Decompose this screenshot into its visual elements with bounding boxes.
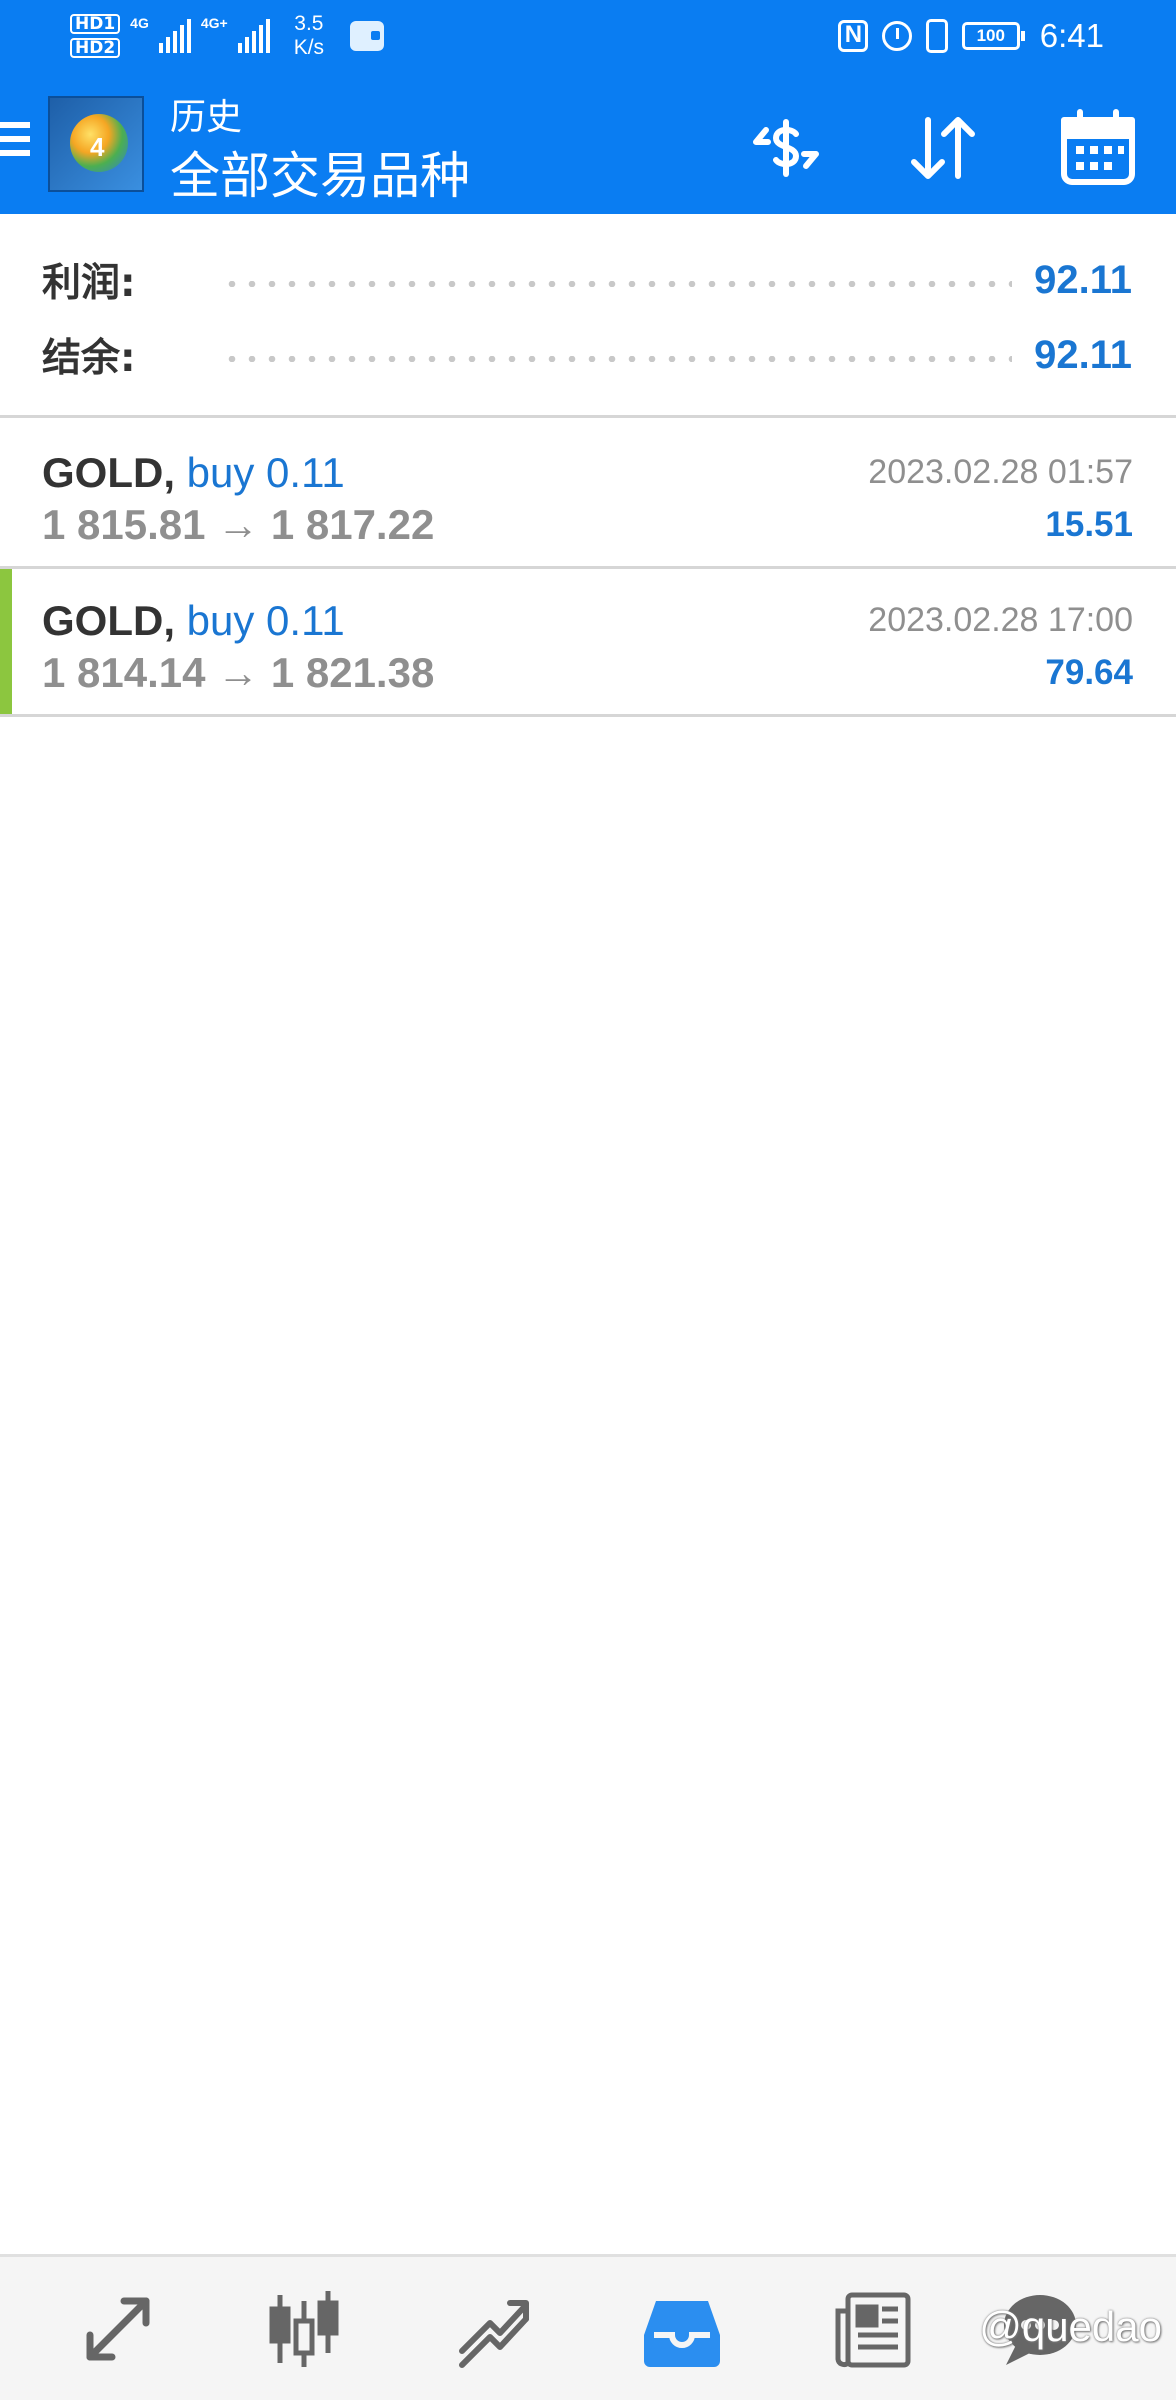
logo-number: 4 [90,132,105,162]
status-time: 6:41 [1039,17,1104,54]
symbol-filter[interactable]: 全部交易品种 [170,136,470,208]
battery-icon: 100 [961,22,1025,50]
deal-time: 2023.02.28 01:57 [868,453,1133,491]
deal-prices: 1 815.81 → 1 817.22 [42,501,435,548]
sort-icon[interactable] [900,108,984,188]
page-title: 历史 [170,96,243,137]
signal-icon [158,19,191,53]
network-speed: 3.5 K/s [294,12,324,60]
currency-exchange-icon[interactable] [744,108,828,188]
deal-type-volume: buy 0.11 [186,597,345,644]
status-right: 100 6:41 [837,8,1104,64]
status-bar: HD1 HD2 4G 4G+ 3.5 K/s 100 6:41 [0,0,1176,72]
chart-icon[interactable] [262,2287,346,2371]
deal-item[interactable]: GOLD, buy 0.11 1 815.81 → 1 817.22 2023.… [0,421,1176,569]
metatrader-logo[interactable]: 4 [48,96,144,192]
vibrate-icon [925,19,948,53]
network-type-2: 4G+ [200,15,228,31]
status-left: HD1 HD2 4G 4G+ 3.5 K/s [70,8,385,64]
bottom-navigation: @quedao [0,2254,1176,2400]
deal-symbol: GOLD, [42,449,175,496]
wallet-icon [350,21,385,51]
balance-value: 92.11 [1034,332,1132,377]
deal-time: 2023.02.28 17:00 [868,601,1133,639]
dotted-leader [222,281,1013,287]
deal-symbol: GOLD, [42,597,175,644]
deal-prices: 1 814.14 → 1 821.38 [42,649,435,696]
balance-row: 结余: 92.11 [42,325,1132,385]
news-icon[interactable] [830,2287,914,2371]
nfc-icon [837,20,868,52]
menu-icon[interactable] [0,122,30,164]
history-icon[interactable] [640,2287,724,2371]
hd2-badge: HD2 [70,38,121,58]
trade-icon[interactable] [452,2287,536,2371]
deal-header: GOLD, buy 0.11 [42,449,345,497]
network-type-1: 4G [130,15,149,31]
calendar-icon[interactable] [1056,108,1140,188]
alarm-icon [881,21,912,51]
profit-value: 92.11 [1034,257,1132,302]
profit-row: 利润: 92.11 [42,250,1132,310]
account-summary: 利润: 92.11 结余: 92.11 [0,214,1176,418]
app-bar: 4 历史 全部交易品种 [0,72,1176,214]
deal-profit: 15.51 [1045,505,1133,544]
balance-label: 结余: [42,336,136,381]
profit-label: 利润: [42,261,136,306]
deal-header: GOLD, buy 0.11 [42,597,345,645]
quotes-icon[interactable] [76,2287,160,2371]
speed-value: 3.5 [294,12,324,35]
deal-type-volume: buy 0.11 [186,449,345,496]
hd1-badge: HD1 [70,14,121,34]
hd-indicator: HD1 HD2 [70,14,121,58]
watermark: @quedao [979,2303,1162,2350]
signal-icon-2 [237,19,270,53]
deal-profit: 79.64 [1045,653,1133,692]
dotted-leader [222,356,1013,362]
deal-item-selected[interactable]: GOLD, buy 0.11 1 814.14 → 1 821.38 2023.… [0,569,1176,717]
speed-unit: K/s [293,36,325,59]
